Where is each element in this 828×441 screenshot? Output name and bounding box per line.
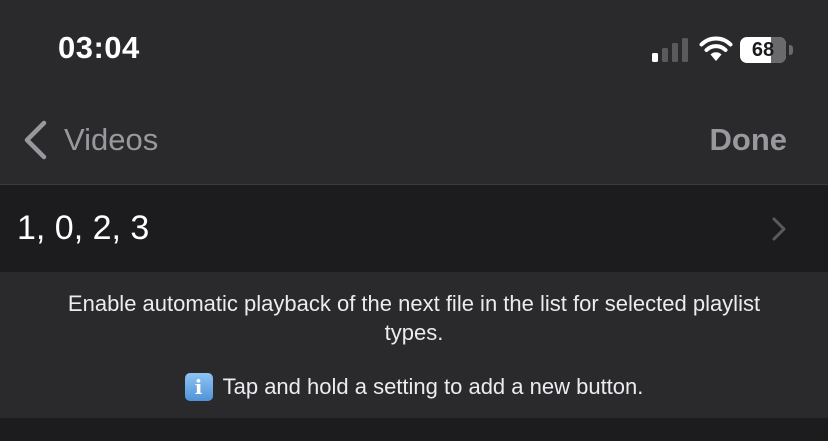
- footer-description: Enable automatic playback of the next fi…: [67, 291, 761, 345]
- back-button[interactable]: Videos: [22, 118, 158, 162]
- chevron-right-icon: [772, 217, 786, 241]
- screen: 03:04 68 Videos Done 1, 0, 2, 3 Enable a…: [0, 0, 828, 441]
- list-item[interactable]: 1, 0, 2, 3: [0, 185, 828, 272]
- footer-tip: i Tap and hold a setting to add a new bu…: [0, 373, 828, 401]
- done-button[interactable]: Done: [710, 122, 788, 158]
- back-label: Videos: [64, 122, 159, 157]
- row-value: 1, 0, 2, 3: [17, 209, 150, 247]
- bottom-section: [0, 418, 828, 441]
- battery-body: 68: [740, 37, 786, 63]
- chevron-left-icon: [24, 120, 47, 160]
- status-bar: 03:04 68: [0, 0, 828, 100]
- battery-level: 68: [751, 39, 775, 61]
- footer: Enable automatic playback of the next fi…: [0, 272, 828, 418]
- battery-icon: 68: [740, 37, 794, 63]
- navigation-bar: Videos Done: [0, 100, 828, 184]
- signal-icon: [652, 38, 688, 62]
- info-icon: i: [184, 373, 213, 401]
- status-time: 03:04: [58, 30, 140, 65]
- wifi-icon: [699, 36, 733, 61]
- tip-text: Tap and hold a setting to add a new butt…: [222, 374, 644, 399]
- battery-tip: [789, 45, 793, 55]
